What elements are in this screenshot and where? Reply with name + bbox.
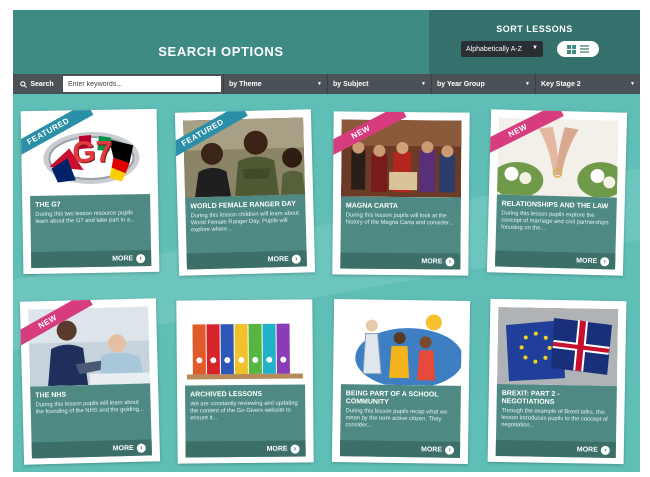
- filter-key-stage[interactable]: Key Stage 2 ▼: [535, 74, 640, 94]
- chevron-down-icon: ▼: [317, 81, 322, 87]
- more-button[interactable]: MORE ›: [340, 252, 461, 270]
- chevron-down-icon: ▼: [525, 81, 530, 87]
- filter-theme[interactable]: by Theme ▼: [223, 74, 327, 94]
- search-input[interactable]: [63, 76, 221, 92]
- g7-logo-text: G7: [72, 135, 113, 170]
- card-description: During this lesson pupils explore the co…: [500, 210, 609, 232]
- card-title: MAGNA CARTA: [345, 202, 399, 210]
- card-title: THE G7: [35, 201, 61, 209]
- card-description: We are constantly reviewing and updating…: [190, 400, 298, 422]
- arrow-right-icon: ›: [600, 445, 610, 455]
- card-title: BEING PART OF A SCHOOL COMMUNITY: [345, 390, 439, 406]
- card-description: During this lesson pupils will learn abo…: [35, 399, 144, 416]
- more-label: MORE: [266, 445, 288, 453]
- sort-select[interactable]: Alphabetically A-Z ▼: [461, 41, 543, 57]
- more-button[interactable]: MORE ›: [186, 250, 307, 270]
- more-label: MORE: [576, 257, 598, 265]
- card-title: BREXIT: PART 2 - NEGOTIATIONS: [501, 390, 560, 406]
- arrow-right-icon: ›: [290, 444, 300, 454]
- more-label: MORE: [421, 257, 443, 265]
- lesson-image: [340, 307, 463, 386]
- filter-year-group[interactable]: by Year Group ▼: [431, 74, 535, 94]
- card-description: During this lesson pupils will look at t…: [345, 212, 454, 227]
- lesson-card-school-community[interactable]: BEING PART OF A SCHOOL COMMUNITY During …: [331, 299, 471, 464]
- lesson-image: [184, 307, 306, 386]
- card-description: During this two lesson resource pupils l…: [35, 210, 135, 225]
- filter-label: by Year Group: [437, 80, 485, 88]
- search-bar: Search by Theme ▼ by Subject ▼ by Year G…: [13, 74, 640, 94]
- sort-panel: SORT LESSONS Alphabetically A-Z ▼: [429, 10, 640, 74]
- filter-label: by Theme: [229, 80, 262, 88]
- card-title: RELATIONSHIPS AND THE LAW: [501, 200, 609, 211]
- filter-label: Key Stage 2: [541, 80, 581, 88]
- lesson-card-ranger-day[interactable]: FEATURED WORLD FEMALE RANGER DAY During …: [174, 109, 316, 276]
- card-title: WORLD FEMALE RANGER DAY: [190, 200, 296, 211]
- more-button[interactable]: MORE ›: [495, 250, 616, 270]
- filter-label: by Subject: [333, 80, 369, 88]
- arrow-right-icon: ›: [136, 253, 146, 263]
- lesson-card-brexit[interactable]: BREXIT: PART 2 - NEGOTIATIONS Through th…: [487, 298, 627, 465]
- list-view-icon[interactable]: [580, 45, 589, 53]
- arrow-right-icon: ›: [444, 445, 455, 455]
- more-label: MORE: [112, 254, 134, 263]
- lesson-card-magna-carta[interactable]: NEW MAGNA CARTA During this lesson pupil…: [332, 111, 470, 276]
- arrow-right-icon: ›: [600, 256, 610, 266]
- more-label: MORE: [421, 445, 443, 454]
- card-description: Through the example of Brexit talks, thi…: [501, 408, 608, 429]
- lesson-card-nhs[interactable]: NEW THE NHS During this lesson pupils wi…: [19, 298, 161, 465]
- view-toggle[interactable]: [557, 41, 599, 57]
- card-description: During this lesson pupils recap what we …: [345, 408, 448, 429]
- more-button[interactable]: MORE ›: [339, 440, 461, 458]
- card-title: THE NHS: [35, 391, 67, 400]
- lesson-image: [496, 306, 619, 387]
- page-title: SEARCH OPTIONS: [158, 43, 284, 59]
- more-button[interactable]: MORE ›: [31, 439, 152, 459]
- more-label: MORE: [576, 445, 598, 454]
- filter-subject[interactable]: by Subject ▼: [327, 74, 431, 94]
- search-icon: [20, 80, 28, 88]
- sort-select-value: Alphabetically A-Z: [466, 45, 523, 53]
- more-button[interactable]: MORE ›: [495, 439, 616, 459]
- chevron-down-icon: ▼: [532, 45, 538, 51]
- grid-view-icon[interactable]: [567, 44, 576, 54]
- more-label: MORE: [267, 255, 289, 263]
- search-label: Search: [30, 80, 54, 88]
- chevron-down-icon: ▼: [630, 81, 635, 87]
- more-button[interactable]: MORE ›: [31, 249, 152, 269]
- sort-title: SORT LESSONS: [496, 24, 573, 34]
- more-button[interactable]: MORE ›: [185, 440, 306, 458]
- page-frame: SEARCH OPTIONS SORT LESSONS Alphabetical…: [13, 10, 640, 472]
- card-description: During this lesson children will learn a…: [190, 210, 299, 234]
- lesson-card-relationships[interactable]: NEW RELATIONSHIPS AND THE LAW During thi…: [486, 109, 628, 276]
- search-button[interactable]: Search: [13, 74, 61, 94]
- arrow-right-icon: ›: [291, 254, 301, 264]
- arrow-right-icon: ›: [136, 443, 146, 453]
- lesson-card-g7[interactable]: G7 FEATURED THE G7 During this two lesso…: [20, 108, 160, 275]
- chevron-down-icon: ▼: [421, 81, 426, 87]
- more-label: MORE: [112, 444, 134, 452]
- header: SEARCH OPTIONS SORT LESSONS Alphabetical…: [13, 10, 640, 74]
- lesson-card-archived[interactable]: ARCHIVED LESSONS We are constantly revie…: [176, 299, 314, 464]
- card-title: ARCHIVED LESSONS: [190, 390, 263, 399]
- arrow-right-icon: ›: [445, 256, 455, 266]
